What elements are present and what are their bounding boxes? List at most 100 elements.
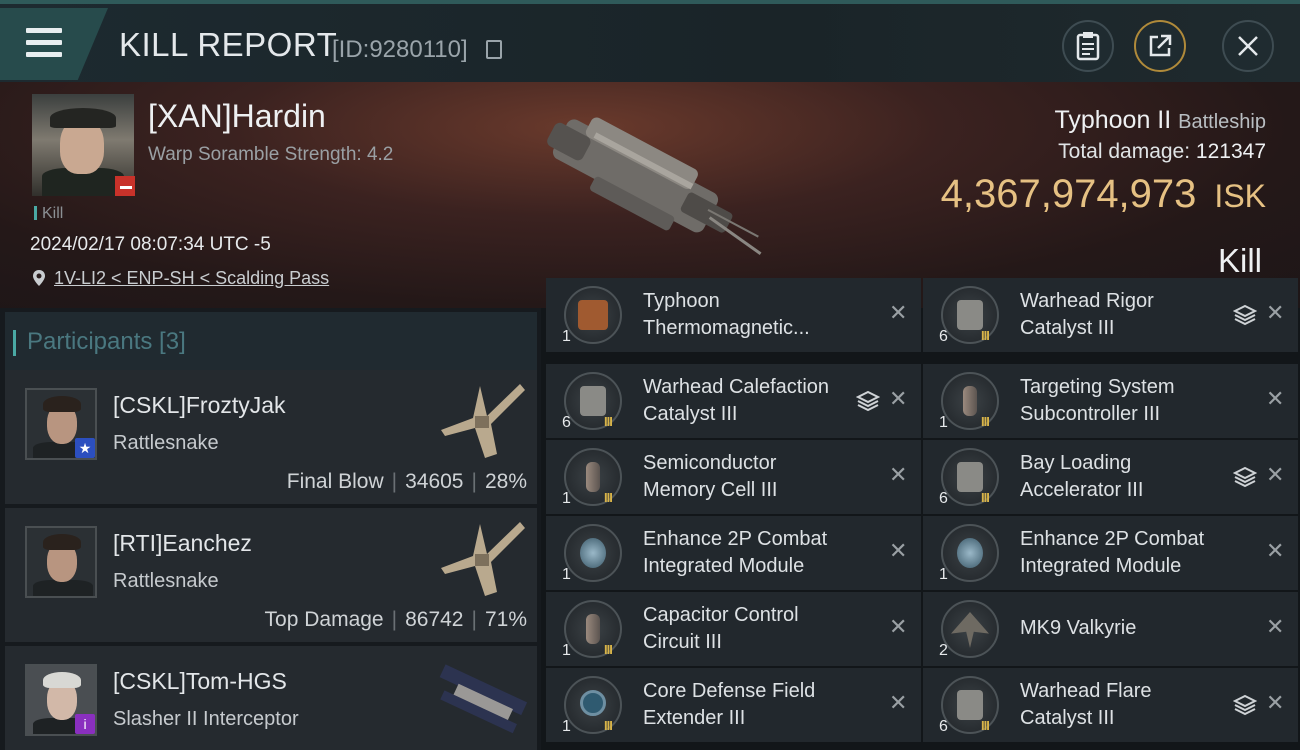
- module-tier: III: [981, 328, 990, 343]
- module-name: Enhance 2P Combat Integrated Module: [1020, 526, 1230, 580]
- close-x-icon[interactable]: ✕: [1266, 614, 1284, 640]
- participant-row[interactable]: i [CSKL]Tom-HGS Slasher II Interceptor: [5, 646, 537, 750]
- close-x-icon[interactable]: ✕: [1266, 462, 1284, 488]
- module-name-line2: Thermomagnetic...: [643, 317, 810, 339]
- module-quantity: 1: [562, 566, 571, 583]
- participant-ship: Rattlesnake: [113, 432, 219, 454]
- participant-ship: Rattlesnake: [113, 570, 219, 592]
- module-quantity: 2: [939, 642, 948, 659]
- isk-value: 4,367,974,973 ISK: [941, 172, 1266, 217]
- module-item[interactable]: 6 III Bay Loading Accelerator III ✕: [923, 440, 1298, 514]
- close-button[interactable]: [1222, 20, 1274, 72]
- module-name-line2: Extender III: [643, 707, 746, 729]
- module-item[interactable]: 6 III Warhead Calefaction Catalyst III ✕: [546, 364, 921, 438]
- module-icon: [564, 448, 622, 506]
- module-icon: [564, 524, 622, 582]
- module-name-line2: Catalyst III: [1020, 317, 1115, 339]
- module-item[interactable]: 6 III Warhead Flare Catalyst III ✕: [923, 668, 1298, 742]
- close-x-icon[interactable]: ✕: [889, 538, 907, 564]
- close-x-icon[interactable]: ✕: [1266, 538, 1284, 564]
- victim-ship-image[interactable]: [505, 100, 785, 280]
- module-tier: III: [604, 718, 613, 733]
- module-name-line1: Targeting System: [1020, 376, 1175, 398]
- module-quantity: 1: [939, 414, 948, 431]
- module-icon: [941, 524, 999, 582]
- module-name-line1: Capacitor Control: [643, 604, 799, 626]
- module-icon: [941, 600, 999, 658]
- module-name: Bay Loading Accelerator III: [1020, 450, 1230, 504]
- module-name-line1: Core Defense Field: [643, 680, 816, 702]
- module-item[interactable]: 1 Enhance 2P Combat Integrated Module ✕: [546, 516, 921, 590]
- participant-ship-image: [441, 384, 525, 458]
- module-item[interactable]: 1 III Targeting System Subcontroller III ✕: [923, 364, 1298, 438]
- module-name-line2: Catalyst III: [643, 403, 738, 425]
- module-quantity: 1: [562, 642, 571, 659]
- stack-icon: [1233, 694, 1257, 716]
- menu-button[interactable]: [0, 8, 108, 80]
- stack-icon: [1233, 466, 1257, 488]
- location-link[interactable]: 1V-LI2 < ENP-SH < Scalding Pass: [54, 268, 329, 289]
- kill-result: Kill: [1217, 242, 1262, 279]
- module-item[interactable]: 1 III Core Defense Field Extender III ✕: [546, 668, 921, 742]
- module-tier: III: [981, 718, 990, 733]
- module-icon: [564, 676, 622, 734]
- close-x-icon[interactable]: ✕: [889, 690, 907, 716]
- participant-damage: 86742: [405, 608, 464, 631]
- copy-icon[interactable]: [486, 40, 502, 59]
- close-x-icon[interactable]: ✕: [889, 386, 907, 412]
- stack-icon: [1233, 304, 1257, 326]
- module-name-line2: Integrated Module: [643, 555, 805, 577]
- close-x-icon[interactable]: ✕: [1266, 690, 1284, 716]
- module-item[interactable]: 1 Typhoon Thermomagnetic... ✕: [546, 278, 921, 352]
- report-id: [ID:9280110]: [332, 36, 468, 63]
- participants-header: Participants [3]: [5, 312, 537, 372]
- total-damage-value: 121347: [1195, 140, 1266, 163]
- participant-name: [RTI]Eanchez: [113, 530, 252, 556]
- module-name: Capacitor Control Circuit III: [643, 602, 853, 656]
- participant-stats: Top Damage | 86742 | 71%: [264, 608, 527, 631]
- victim-ship-name: Typhoon II Battleship: [1054, 106, 1266, 135]
- module-name-line1: Semiconductor: [643, 452, 777, 474]
- avatar[interactable]: [25, 526, 97, 598]
- ship-class: Battleship: [1178, 111, 1266, 133]
- module-name: Typhoon Thermomagnetic...: [643, 288, 853, 342]
- module-item[interactable]: 6 III Warhead Rigor Catalyst III ✕: [923, 278, 1298, 352]
- participant-role: Final Blow: [286, 470, 384, 493]
- victim-banner: [XAN]Hardin Warp Soramble Strength: 4.2 …: [0, 82, 1300, 308]
- module-name: MK9 Valkyrie: [1020, 615, 1230, 642]
- participant-percent: 28%: [484, 470, 527, 493]
- close-x-icon[interactable]: ✕: [1266, 300, 1284, 326]
- close-x-icon[interactable]: ✕: [889, 462, 907, 488]
- module-name: Warhead Rigor Catalyst III: [1020, 288, 1230, 342]
- close-x-icon[interactable]: ✕: [889, 614, 907, 640]
- star-badge-icon: ★: [75, 438, 95, 458]
- close-x-icon[interactable]: ✕: [1266, 386, 1284, 412]
- module-name-line1: Warhead Flare: [1020, 680, 1152, 702]
- module-tier: III: [981, 414, 990, 429]
- participant-role: Top Damage: [264, 608, 384, 631]
- module-name: Targeting System Subcontroller III: [1020, 374, 1230, 428]
- kill-tag: Kill: [34, 205, 63, 223]
- page-title: KILL REPORT: [119, 26, 338, 63]
- victim-name[interactable]: [XAN]Hardin: [148, 98, 326, 135]
- hamburger-icon: [26, 28, 62, 58]
- module-item[interactable]: 1 Enhance 2P Combat Integrated Module ✕: [923, 516, 1298, 590]
- ship-name: Typhoon II: [1054, 106, 1172, 134]
- share-icon: [1149, 34, 1172, 57]
- module-item[interactable]: 1 III Semiconductor Memory Cell III ✕: [546, 440, 921, 514]
- share-button[interactable]: [1134, 20, 1186, 72]
- participant-row[interactable]: [RTI]Eanchez Rattlesnake Top Damage | 8674…: [5, 508, 537, 642]
- stack-icon: [856, 390, 880, 412]
- module-item[interactable]: 2 MK9 Valkyrie ✕: [923, 592, 1298, 666]
- close-x-icon[interactable]: ✕: [889, 300, 907, 326]
- total-damage-label: Total damage:: [1058, 140, 1191, 163]
- module-name-line1: MK9 Valkyrie: [1020, 617, 1137, 639]
- participant-row[interactable]: ★ [CSKL]FroztyJak Rattlesnake Final Blow…: [5, 370, 537, 504]
- module-quantity: 6: [939, 490, 948, 507]
- module-item[interactable]: 1 III Capacitor Control Circuit III ✕: [546, 592, 921, 666]
- module-quantity: 1: [562, 328, 571, 345]
- participant-name: [CSKL]Tom-HGS: [113, 668, 287, 694]
- participant-name: [CSKL]FroztyJak: [113, 392, 286, 418]
- module-name: Warhead Calefaction Catalyst III: [643, 374, 853, 428]
- clipboard-button[interactable]: [1062, 20, 1114, 72]
